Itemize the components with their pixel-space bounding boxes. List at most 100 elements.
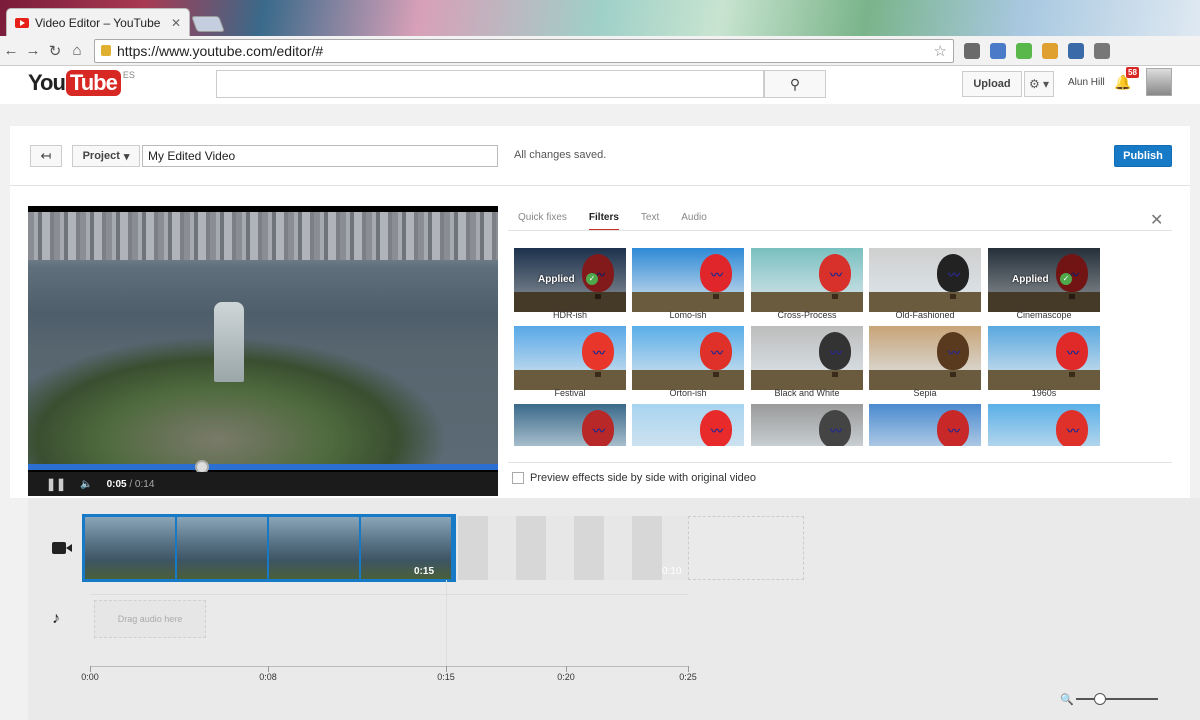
preview-checkbox[interactable] bbox=[512, 472, 524, 484]
balloon-stripe: 〰 bbox=[592, 346, 605, 360]
filter-thumbnail[interactable]: 〰 bbox=[869, 248, 981, 312]
extension-icon[interactable] bbox=[1068, 42, 1084, 59]
timeline-video-clip[interactable] bbox=[82, 514, 456, 582]
tab-filters[interactable]: Filters bbox=[588, 212, 619, 231]
filter-label: Orton-ish bbox=[669, 388, 707, 398]
youtube-logo[interactable]: You Tube ES bbox=[28, 70, 135, 96]
upload-button[interactable]: Upload bbox=[962, 71, 1022, 97]
filter-ground bbox=[632, 292, 744, 312]
publish-button[interactable]: Publish bbox=[1114, 145, 1172, 167]
filter-ground bbox=[632, 370, 744, 390]
time-display: 0:05 / 0:14 bbox=[107, 479, 155, 490]
preview-side-by-side[interactable]: Preview effects side by side with origin… bbox=[512, 472, 756, 484]
balloon-basket bbox=[713, 372, 719, 377]
video-camera-icon bbox=[52, 542, 72, 554]
search-icon: ⚲ bbox=[789, 75, 801, 92]
balloon-stripe: 〰 bbox=[829, 268, 842, 282]
settings-button[interactable]: ⚙ ▾ bbox=[1024, 71, 1054, 97]
filter-label: Lomo-ish bbox=[669, 310, 707, 320]
balloon-stripe: 〰 bbox=[710, 424, 723, 438]
filter-thumbnail[interactable]: 〰 Applied ✓ bbox=[514, 248, 626, 312]
timeline-ruler bbox=[90, 666, 688, 667]
menu-icon[interactable] bbox=[1094, 42, 1110, 59]
extension-icon[interactable] bbox=[990, 42, 1006, 59]
extension-icon[interactable] bbox=[1016, 42, 1032, 59]
video-controls: ❚❚ 🔈 0:05 / 0:14 bbox=[28, 472, 498, 496]
balloon-stripe: 〰 bbox=[710, 346, 723, 360]
balloon-stripe: 〰 bbox=[947, 424, 960, 438]
chevron-down-icon: ▾ bbox=[123, 150, 130, 163]
checkmark-icon: ✓ bbox=[1060, 273, 1072, 285]
zoom-slider-track[interactable] bbox=[1076, 698, 1158, 700]
balloon-basket bbox=[832, 294, 838, 299]
zoom-slider-handle[interactable] bbox=[1094, 693, 1106, 705]
video-skyline bbox=[28, 212, 498, 260]
project-name-field[interactable] bbox=[142, 145, 498, 167]
preview-label: Preview effects side by side with origin… bbox=[530, 472, 757, 484]
duration: / 0:14 bbox=[129, 478, 155, 490]
browser-tab[interactable]: Video Editor – YouTube ✕ bbox=[6, 8, 190, 36]
logo-region: ES bbox=[122, 70, 135, 80]
project-dropdown[interactable]: Project ▾ bbox=[72, 145, 140, 167]
extension-icon[interactable] bbox=[964, 42, 980, 59]
applied-label: Applied bbox=[538, 274, 575, 285]
new-tab-button[interactable] bbox=[191, 16, 225, 32]
filter-thumbnail[interactable]: 〰 bbox=[988, 326, 1100, 390]
youtube-favicon-icon bbox=[15, 17, 29, 28]
filter-thumbnail[interactable]: 〰 bbox=[751, 248, 863, 312]
home-icon[interactable]: ⌂ bbox=[66, 42, 88, 59]
ruler-label: 0:25 bbox=[679, 672, 697, 682]
filter-thumbnail[interactable]: 〰 bbox=[751, 326, 863, 390]
logo-tube: Tube bbox=[65, 70, 121, 96]
forward-arrow-icon[interactable]: → bbox=[22, 42, 44, 59]
filter-thumbnail[interactable]: 〰 Applied ✓ bbox=[988, 248, 1100, 312]
username[interactable]: Alun Hill bbox=[1068, 77, 1105, 88]
filter-label: Old-Fashioned bbox=[895, 310, 955, 320]
filter-thumbnail[interactable]: 〰 bbox=[869, 326, 981, 390]
filter-thumbnail[interactable]: 〰 bbox=[751, 404, 863, 446]
video-player[interactable]: ❚❚ 🔈 0:05 / 0:14 bbox=[28, 206, 498, 496]
back-arrow-icon[interactable]: ← bbox=[0, 42, 22, 59]
filter-label: Cross-Process bbox=[777, 310, 837, 320]
search-input[interactable] bbox=[216, 70, 764, 98]
balloon-basket bbox=[832, 372, 838, 377]
video-progress-bar[interactable] bbox=[28, 464, 498, 470]
clip-thumbnail bbox=[361, 517, 451, 579]
reload-icon[interactable]: ↻ bbox=[44, 42, 66, 60]
filter-thumbnail[interactable]: 〰 bbox=[988, 404, 1100, 446]
filter-label: Black and White bbox=[774, 388, 840, 398]
audio-drop-zone[interactable]: Drag audio here bbox=[94, 600, 206, 638]
bookmark-star-icon[interactable]: ☆ bbox=[934, 42, 947, 60]
video-drop-zone[interactable] bbox=[688, 516, 804, 580]
close-icon[interactable]: ✕ bbox=[1150, 210, 1163, 230]
filter-label: HDR-ish bbox=[552, 310, 587, 320]
tab-quick-fixes[interactable]: Quick fixes bbox=[518, 212, 567, 231]
current-time: 0:05 bbox=[106, 478, 127, 490]
volume-icon[interactable]: 🔈 bbox=[80, 479, 92, 490]
tab-audio[interactable]: Audio bbox=[681, 212, 707, 231]
balloon-stripe: 〰 bbox=[947, 346, 960, 360]
filter-thumbnail[interactable]: 〰 bbox=[632, 248, 744, 312]
balloon-basket bbox=[950, 294, 956, 299]
tab-text[interactable]: Text bbox=[641, 212, 659, 231]
filter-label: Festival bbox=[554, 388, 586, 398]
filter-thumbnail[interactable]: 〰 bbox=[869, 404, 981, 446]
filter-thumbnail[interactable]: 〰 bbox=[514, 404, 626, 446]
search-button[interactable]: ⚲ bbox=[764, 70, 826, 98]
extension-icon[interactable] bbox=[1042, 42, 1058, 59]
balloon-basket bbox=[1069, 372, 1075, 377]
back-button[interactable]: ↤ bbox=[30, 145, 62, 167]
close-tab-icon[interactable]: ✕ bbox=[171, 16, 181, 30]
lock-icon bbox=[101, 45, 111, 56]
filter-thumbnail[interactable]: 〰 bbox=[632, 326, 744, 390]
logo-you: You bbox=[28, 70, 66, 95]
address-bar[interactable]: https://www.youtube.com/editor/# ☆ bbox=[94, 38, 954, 63]
filter-ground bbox=[869, 292, 981, 312]
filter-ground bbox=[751, 370, 863, 390]
filter-thumbnail[interactable]: 〰 bbox=[632, 404, 744, 446]
avatar[interactable] bbox=[1146, 68, 1172, 96]
filter-ground bbox=[988, 370, 1100, 390]
pause-icon[interactable]: ❚❚ bbox=[46, 477, 66, 491]
filter-thumbnail[interactable]: 〰 bbox=[514, 326, 626, 390]
ruler-label: 0:08 bbox=[259, 672, 277, 682]
